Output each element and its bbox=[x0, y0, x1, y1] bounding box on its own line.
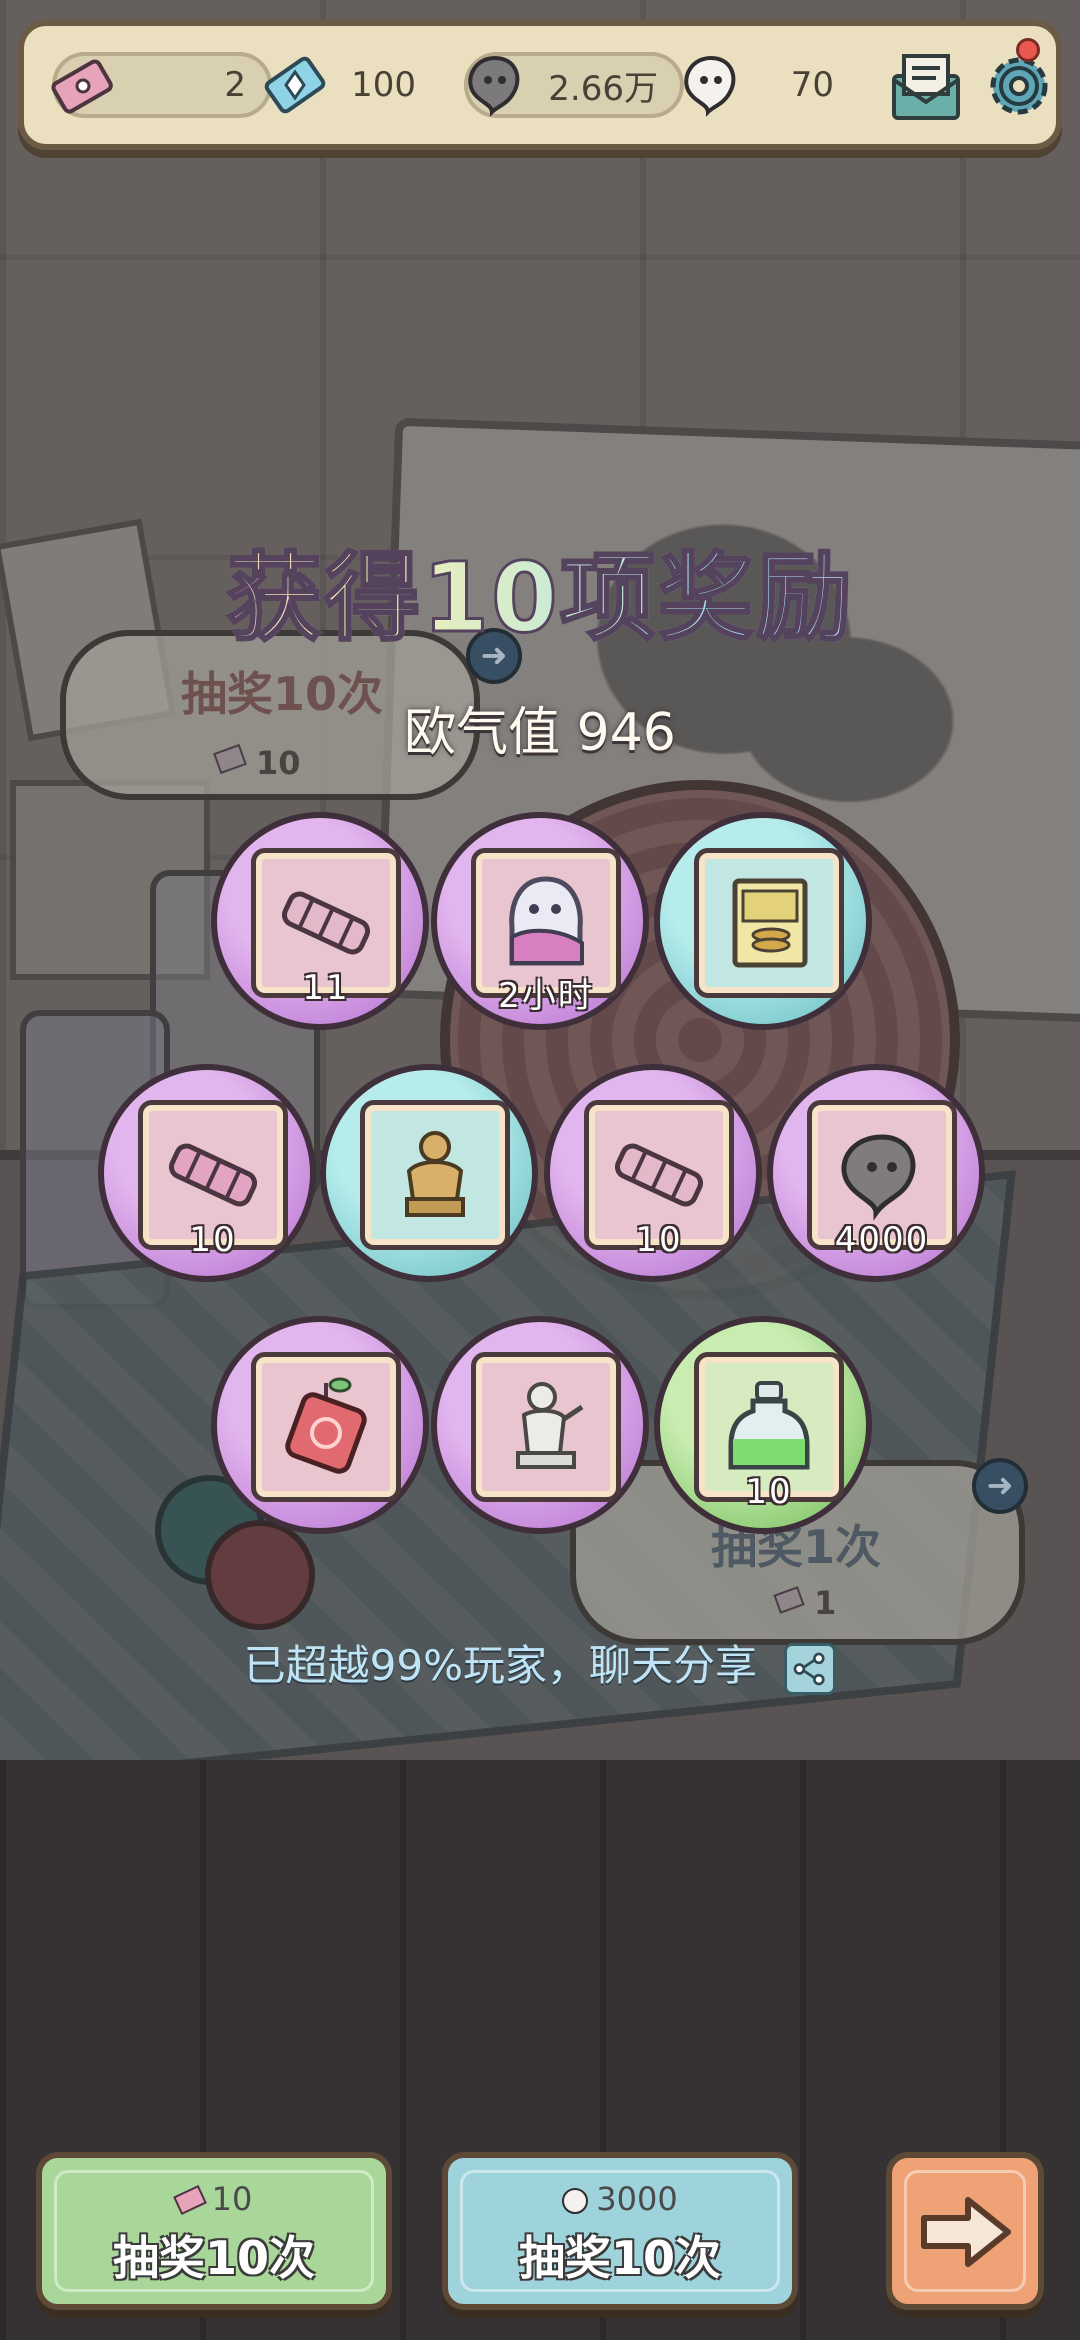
reward-title: 获得10项奖励 bbox=[0, 520, 1080, 659]
reward-item-white-statue[interactable] bbox=[431, 1316, 649, 1534]
reward-item-ghost-cloak[interactable]: 2小时 bbox=[431, 812, 649, 1030]
soul-icon bbox=[468, 55, 520, 117]
red-charm-icon bbox=[285, 1377, 367, 1474]
ghost-icon bbox=[562, 2188, 589, 2214]
scroll-icon bbox=[614, 1143, 704, 1207]
reward-qty: 10 bbox=[189, 1220, 237, 1260]
diamond-count: 100 bbox=[351, 65, 416, 105]
share-text: 已超越99%玩家，聊天分享 bbox=[243, 1641, 757, 1690]
next-button[interactable] bbox=[886, 2152, 1044, 2310]
soul-count: 2.66万 bbox=[548, 68, 658, 109]
draw-10-soul-label: 抽奖10次 bbox=[518, 2231, 721, 2285]
reward-item-golden-statue[interactable] bbox=[320, 1064, 538, 1282]
scroll-icon bbox=[168, 1143, 258, 1207]
arrow-right-icon bbox=[921, 2197, 1011, 2267]
luck-value: 欧气值 946 bbox=[404, 703, 676, 763]
draw-10-soul-button[interactable]: 3000 抽奖10次 bbox=[442, 2152, 798, 2310]
share-icon[interactable] bbox=[784, 1642, 837, 1695]
reward-qty: 2小时 bbox=[498, 976, 594, 1016]
coin-book-icon bbox=[732, 878, 808, 968]
reward-item-scroll[interactable]: 10 bbox=[98, 1064, 316, 1282]
reward-item-green-potion[interactable]: 10 bbox=[654, 1316, 872, 1534]
draw-10-soul-cost: 3000 bbox=[448, 2180, 792, 2218]
ghost-icon bbox=[684, 55, 736, 117]
soul-counter: 2.66万 bbox=[464, 52, 684, 118]
ghost-counter: 70 bbox=[684, 52, 860, 118]
share-row[interactable]: 已超越99%玩家，聊天分享 bbox=[0, 1632, 1080, 1695]
ghost-count: 70 bbox=[790, 65, 834, 105]
soul-orb-icon bbox=[841, 1134, 916, 1221]
reward-item-red-charm[interactable] bbox=[211, 1316, 429, 1534]
draw-10-ticket-label: 抽奖10次 bbox=[112, 2231, 315, 2285]
draw-10-ticket-cost: 10 bbox=[42, 2180, 386, 2218]
resource-bar: 2 100 2.66万 70 bbox=[18, 20, 1062, 150]
ticket-icon bbox=[172, 2185, 207, 2215]
reward-qty: 10 bbox=[745, 1472, 793, 1512]
scroll-icon bbox=[281, 891, 371, 955]
ticket-counter: 2 bbox=[51, 52, 272, 118]
reward-item-scroll[interactable]: 11 bbox=[211, 812, 429, 1030]
ticket-icon bbox=[51, 59, 113, 114]
reward-item-coin-book[interactable] bbox=[654, 812, 872, 1030]
notification-dot bbox=[1016, 38, 1040, 62]
ticket-count: 2 bbox=[224, 65, 246, 105]
white-statue-icon bbox=[516, 1382, 584, 1469]
draw-10-ticket-button[interactable]: 10 抽奖10次 bbox=[36, 2152, 392, 2310]
reward-item-soul-orb[interactable]: 4000 bbox=[767, 1064, 985, 1282]
diamond-counter: 100 bbox=[264, 52, 442, 118]
ghost-cloak-icon bbox=[509, 876, 584, 966]
diamond-ticket-icon bbox=[264, 56, 326, 114]
mail-icon[interactable] bbox=[886, 46, 966, 126]
reward-qty: 11 bbox=[302, 968, 350, 1008]
green-potion-icon bbox=[728, 1381, 810, 1470]
reward-qty: 4000 bbox=[834, 1220, 930, 1260]
reward-qty: 10 bbox=[635, 1220, 683, 1260]
golden-statue-icon bbox=[405, 1131, 465, 1217]
reward-item-scroll[interactable]: 10 bbox=[544, 1064, 762, 1282]
